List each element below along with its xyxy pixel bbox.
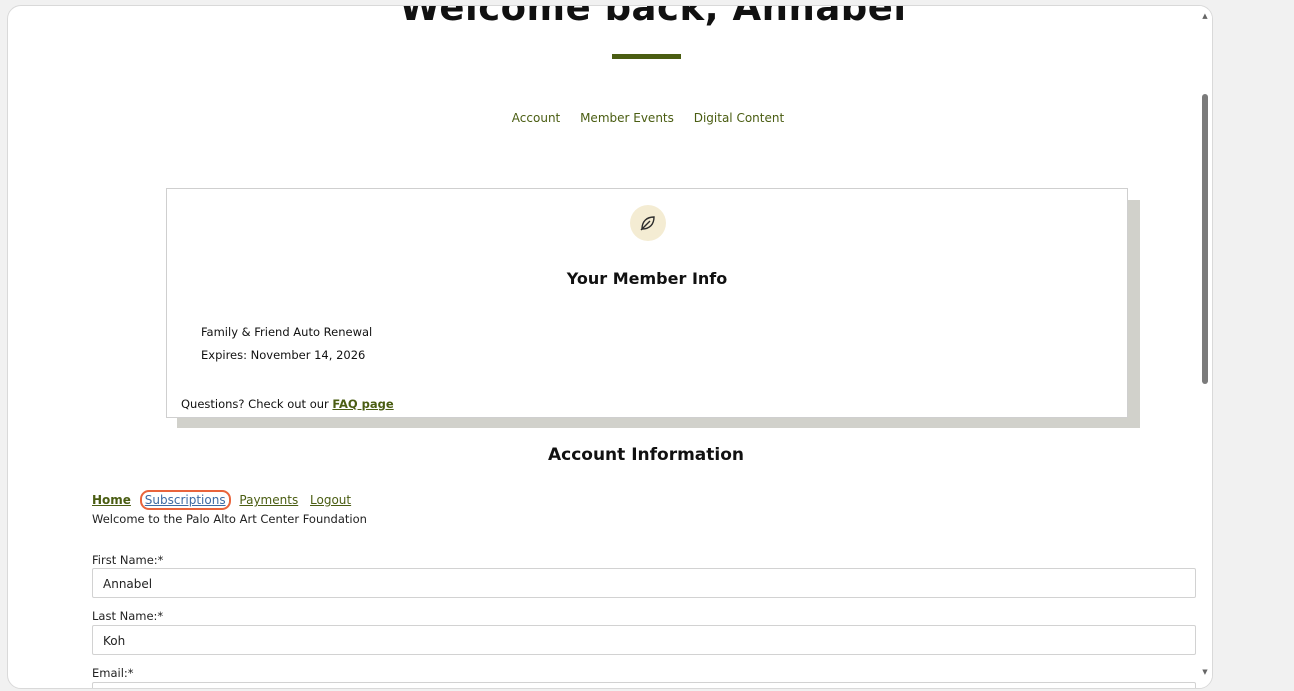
first-name-field[interactable]: Annabel — [92, 568, 1196, 598]
leaf-icon — [630, 205, 666, 241]
member-info-title: Your Member Info — [566, 269, 728, 288]
first-name-label: First Name:* — [92, 553, 164, 567]
scrollbar-thumb[interactable] — [1202, 94, 1208, 384]
faq-prefix: Questions? Check out our — [181, 397, 333, 411]
browser-window: Welcome back, Annabel Account Member Eve… — [7, 5, 1213, 689]
subnav-home[interactable]: Home — [92, 493, 131, 507]
nav-digital-content[interactable]: Digital Content — [694, 111, 784, 125]
email-field[interactable] — [92, 682, 1196, 688]
subnav-logout[interactable]: Logout — [310, 493, 351, 507]
subnav-subscriptions[interactable]: Subscriptions — [139, 490, 231, 510]
email-label: Email:* — [92, 666, 134, 680]
member-nav: Account Member Events Digital Content — [8, 111, 1198, 125]
scroll-down-arrow-icon[interactable]: ▼ — [1200, 668, 1210, 676]
faq-link[interactable]: FAQ page — [332, 397, 393, 411]
nav-account[interactable]: Account — [512, 111, 560, 125]
welcome-description: Welcome to the Palo Alto Art Center Foun… — [92, 512, 367, 526]
account-subnav: Home Subscriptions Payments Logout — [92, 490, 359, 510]
last-name-label: Last Name:* — [92, 609, 164, 623]
faq-text: Questions? Check out our FAQ page — [181, 397, 394, 411]
membership-expiry: Expires: November 14, 2026 — [201, 348, 366, 362]
page-content: Welcome back, Annabel Account Member Eve… — [8, 6, 1198, 688]
member-info-card: Your Member Info Family & Friend Auto Re… — [166, 188, 1128, 418]
subnav-payments[interactable]: Payments — [239, 493, 298, 507]
account-info-title: Account Information — [547, 445, 745, 465]
vertical-scrollbar[interactable]: ▲ ▼ — [1198, 6, 1212, 688]
scroll-up-arrow-icon[interactable]: ▲ — [1200, 12, 1210, 20]
welcome-heading: Welcome back, Annabel — [399, 6, 907, 29]
nav-member-events[interactable]: Member Events — [580, 111, 674, 125]
last-name-field[interactable]: Koh — [92, 625, 1196, 655]
membership-plan: Family & Friend Auto Renewal — [201, 325, 373, 339]
heading-underline — [612, 54, 681, 59]
